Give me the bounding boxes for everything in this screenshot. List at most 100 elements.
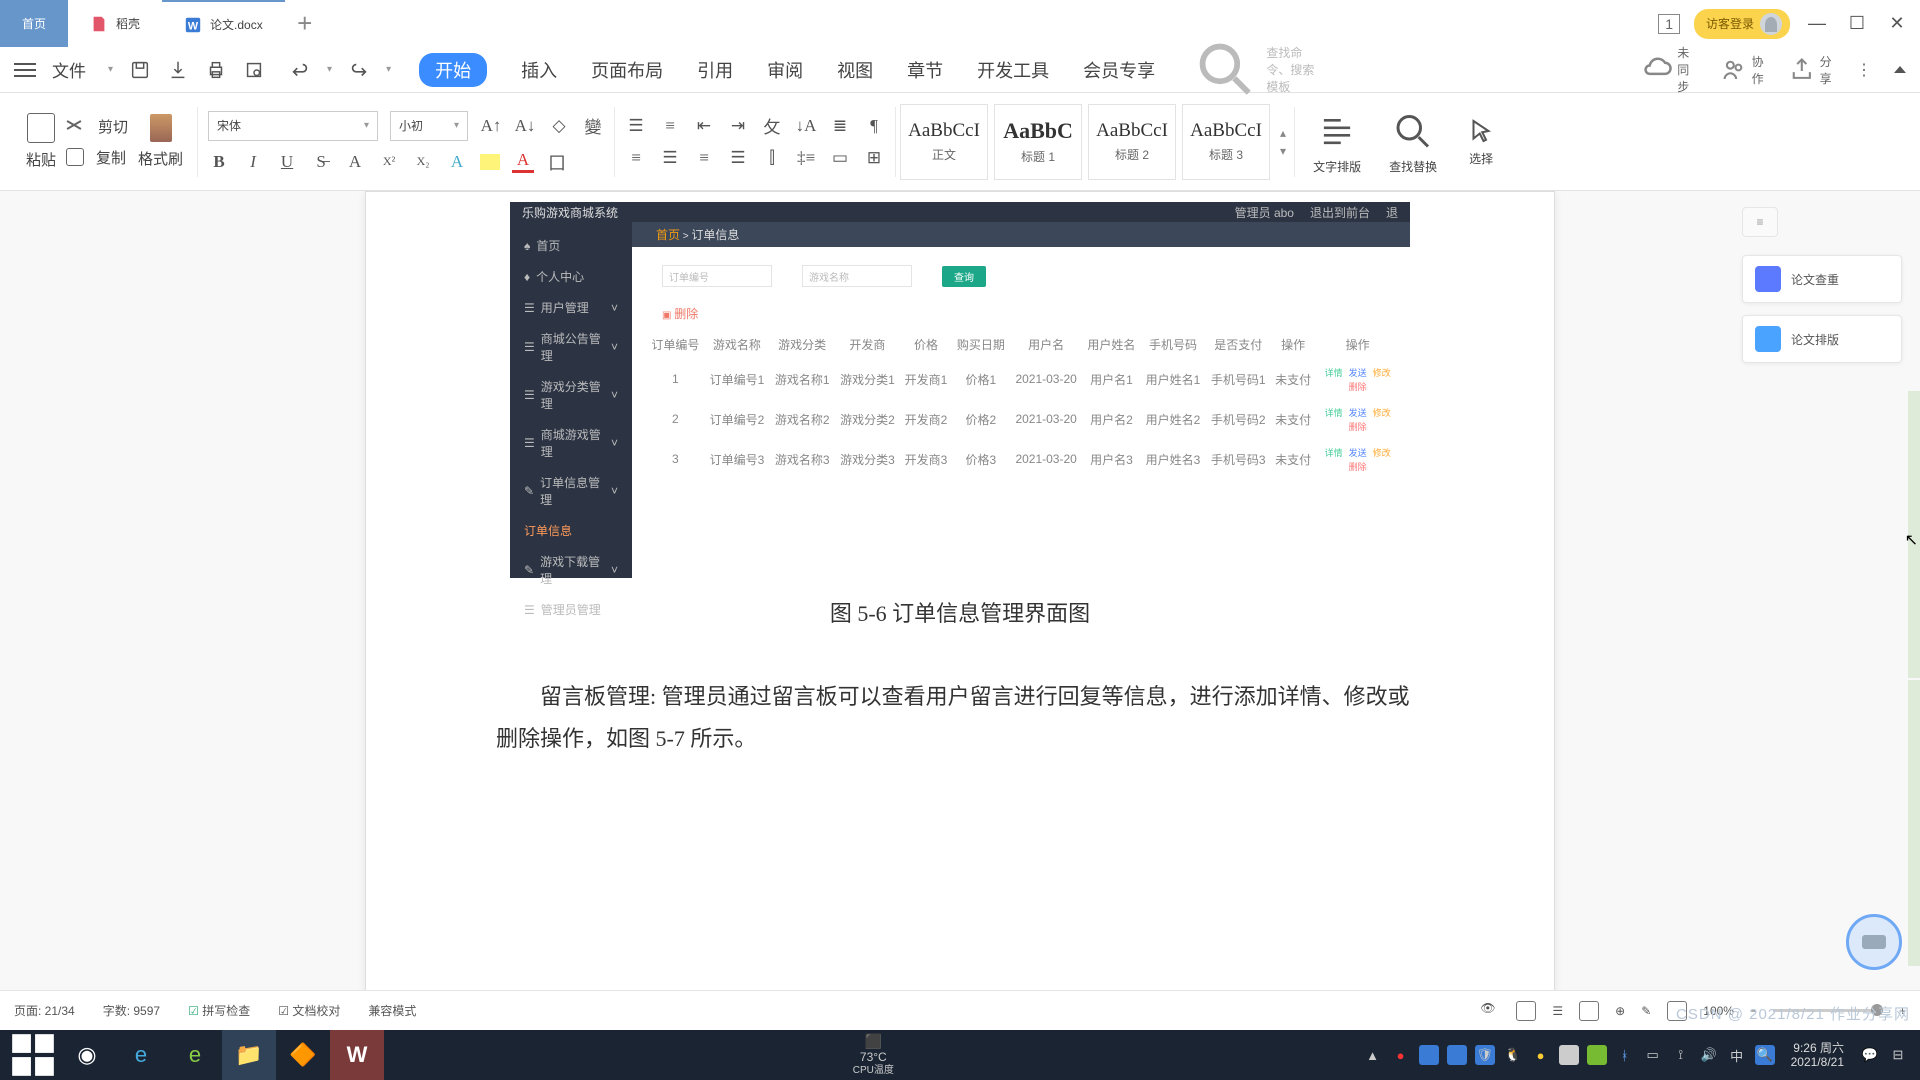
superscript-button[interactable]: X² bbox=[378, 151, 400, 173]
char-border-button[interactable]: 囗 bbox=[546, 151, 568, 173]
menu-chapter[interactable]: 章节 bbox=[907, 57, 943, 83]
font-color-button[interactable]: A bbox=[512, 151, 534, 173]
taskbar-clock[interactable]: 9:26 周六 2021/8/21 bbox=[1791, 1041, 1844, 1070]
save-icon[interactable] bbox=[129, 59, 151, 81]
proof-button[interactable]: ☑ 文档校对 bbox=[278, 1002, 340, 1019]
painter-icon[interactable] bbox=[150, 114, 172, 142]
file-menu[interactable]: 文件 bbox=[52, 57, 86, 82]
tab-add-button[interactable]: + bbox=[285, 0, 325, 47]
file-dropdown-icon[interactable]: ▾ bbox=[108, 64, 113, 75]
counter-badge[interactable]: 1 bbox=[1658, 14, 1680, 34]
paste-label[interactable]: 粘贴 bbox=[26, 149, 56, 170]
paper-layout-button[interactable]: 论文排版 bbox=[1742, 315, 1902, 363]
menu-view[interactable]: 视图 bbox=[837, 57, 873, 83]
undo-icon[interactable] bbox=[289, 59, 311, 81]
distribute-button[interactable]: ⫿ bbox=[761, 147, 783, 169]
styles-gallery[interactable]: AaBbCcI正文 AaBbC标题 1 AaBbCcI标题 2 AaBbCcI标… bbox=[900, 104, 1290, 180]
undo-dropdown-icon[interactable]: ▾ bbox=[327, 64, 332, 75]
taskbar-app2[interactable]: 🔶 bbox=[276, 1030, 330, 1080]
tray-icon[interactable]: 🛡 bbox=[1475, 1045, 1495, 1065]
menu-pagelayout[interactable]: 页面布局 bbox=[591, 57, 663, 83]
spellcheck-button[interactable]: ☑ 拼写检查 bbox=[188, 1002, 250, 1019]
menu-reference[interactable]: 引用 bbox=[697, 57, 733, 83]
font-size-select[interactable]: 小初▾ bbox=[390, 111, 468, 141]
tray-icon[interactable]: 🐧 bbox=[1503, 1045, 1523, 1065]
style-h2[interactable]: AaBbCcI标题 2 bbox=[1088, 104, 1176, 180]
ime-icon[interactable]: 中 bbox=[1727, 1045, 1747, 1065]
command-search[interactable]: 查找命令、搜索模板 bbox=[1191, 35, 1323, 104]
tray-icon[interactable]: ● bbox=[1531, 1045, 1551, 1065]
redo-dropdown-icon[interactable]: ▾ bbox=[386, 64, 391, 75]
sync-status[interactable]: 未同步 bbox=[1640, 44, 1698, 95]
plagiarism-check-button[interactable]: 论文查重 bbox=[1742, 255, 1902, 303]
numbering-button[interactable]: ≡ bbox=[659, 115, 681, 137]
sort-button[interactable]: ↓A bbox=[795, 115, 817, 137]
taskbar-ie[interactable]: e bbox=[114, 1030, 168, 1080]
menu-insert[interactable]: 插入 bbox=[521, 57, 557, 83]
align-justify-button[interactable]: ☰ bbox=[727, 147, 749, 169]
share-button[interactable]: 分享 bbox=[1788, 53, 1834, 87]
menu-devtools[interactable]: 开发工具 bbox=[977, 57, 1049, 83]
tab-document[interactable]: W 论文.docx bbox=[162, 0, 285, 47]
tray-icon[interactable]: 🔍 bbox=[1755, 1045, 1775, 1065]
menu-vip[interactable]: 会员专享 bbox=[1083, 57, 1155, 83]
bold-button[interactable]: B bbox=[208, 151, 230, 173]
panel-collapse-icon[interactable]: ≡ bbox=[1742, 207, 1778, 237]
select-button[interactable]: 选择 bbox=[1451, 116, 1511, 167]
menu-review[interactable]: 审阅 bbox=[767, 57, 803, 83]
findrep-button[interactable]: 查找替换 bbox=[1375, 109, 1451, 175]
align-left-button[interactable]: ≡ bbox=[625, 147, 647, 169]
style-h3[interactable]: AaBbCcI标题 3 bbox=[1182, 104, 1270, 180]
login-button[interactable]: 访客登录 bbox=[1694, 9, 1790, 39]
copy-button[interactable]: 复制 bbox=[96, 147, 126, 168]
text-effects-button[interactable]: A bbox=[446, 151, 468, 173]
preview-icon[interactable] bbox=[243, 59, 265, 81]
borders-button[interactable]: ⊞ bbox=[863, 147, 885, 169]
word-count[interactable]: 字数: 9597 bbox=[103, 1002, 160, 1019]
assistant-bubble[interactable] bbox=[1846, 914, 1902, 970]
notifications-icon[interactable]: 💬 bbox=[1860, 1045, 1880, 1065]
align-right-button[interactable]: ≡ bbox=[693, 147, 715, 169]
cut-button[interactable]: 剪切 bbox=[98, 116, 128, 137]
web-view-icon[interactable]: ⊕ bbox=[1615, 1004, 1625, 1018]
taskbar-menu-icon[interactable]: ⊟ bbox=[1888, 1045, 1908, 1065]
tray-icon[interactable] bbox=[1419, 1045, 1439, 1065]
annotate-icon[interactable]: ✎ bbox=[1641, 1004, 1651, 1018]
minimize-button[interactable]: — bbox=[1804, 11, 1830, 37]
indent-button[interactable]: ⇥ bbox=[727, 115, 749, 137]
tray-icon[interactable]: ● bbox=[1391, 1045, 1411, 1065]
collab-button[interactable]: 协作 bbox=[1720, 53, 1766, 87]
tray-icon[interactable]: ▲ bbox=[1363, 1045, 1383, 1065]
phonetic-icon[interactable]: 變 bbox=[582, 115, 604, 137]
tray-icon[interactable] bbox=[1447, 1045, 1467, 1065]
subscript-button[interactable]: X₂ bbox=[412, 151, 434, 173]
style-body[interactable]: AaBbCcI正文 bbox=[900, 104, 988, 180]
style-scroll-down[interactable]: ▾ bbox=[1280, 144, 1286, 158]
italic-button[interactable]: I bbox=[242, 151, 264, 173]
outline-view-icon[interactable]: ☰ bbox=[1552, 1004, 1563, 1018]
page-indicator[interactable]: 页面: 21/34 bbox=[14, 1002, 75, 1019]
align-center-button[interactable]: ☰ bbox=[659, 147, 681, 169]
volume-icon[interactable]: 🔊 bbox=[1699, 1045, 1719, 1065]
linespace-button[interactable]: ‡≡ bbox=[795, 147, 817, 169]
highlight-button[interactable] bbox=[480, 154, 500, 170]
reading-view-icon[interactable] bbox=[1579, 1001, 1599, 1021]
menu-burger-icon[interactable] bbox=[14, 63, 36, 77]
asian-layout-button[interactable]: 攵 bbox=[761, 115, 783, 137]
tab-docer[interactable]: 稻壳 bbox=[68, 0, 162, 47]
redo-icon[interactable] bbox=[348, 59, 370, 81]
close-button[interactable]: ✕ bbox=[1884, 11, 1910, 37]
strike-button[interactable]: S̶ bbox=[310, 151, 332, 173]
outdent-button[interactable]: ⇤ bbox=[693, 115, 715, 137]
tray-icon[interactable] bbox=[1559, 1045, 1579, 1065]
more-icon[interactable]: ⋮ bbox=[1856, 60, 1872, 80]
painter-label[interactable]: 格式刷 bbox=[138, 148, 183, 169]
page-view-icon[interactable] bbox=[1516, 1001, 1536, 1021]
bullets-button[interactable]: ☰ bbox=[625, 115, 647, 137]
menu-start[interactable]: 开始 bbox=[419, 53, 487, 87]
export-icon[interactable] bbox=[167, 59, 189, 81]
taskbar-wps[interactable]: W bbox=[330, 1030, 384, 1080]
print-icon[interactable] bbox=[205, 59, 227, 81]
shrink-font-icon[interactable]: A↓ bbox=[514, 115, 536, 137]
taskbar-app[interactable]: ◉ bbox=[60, 1030, 114, 1080]
